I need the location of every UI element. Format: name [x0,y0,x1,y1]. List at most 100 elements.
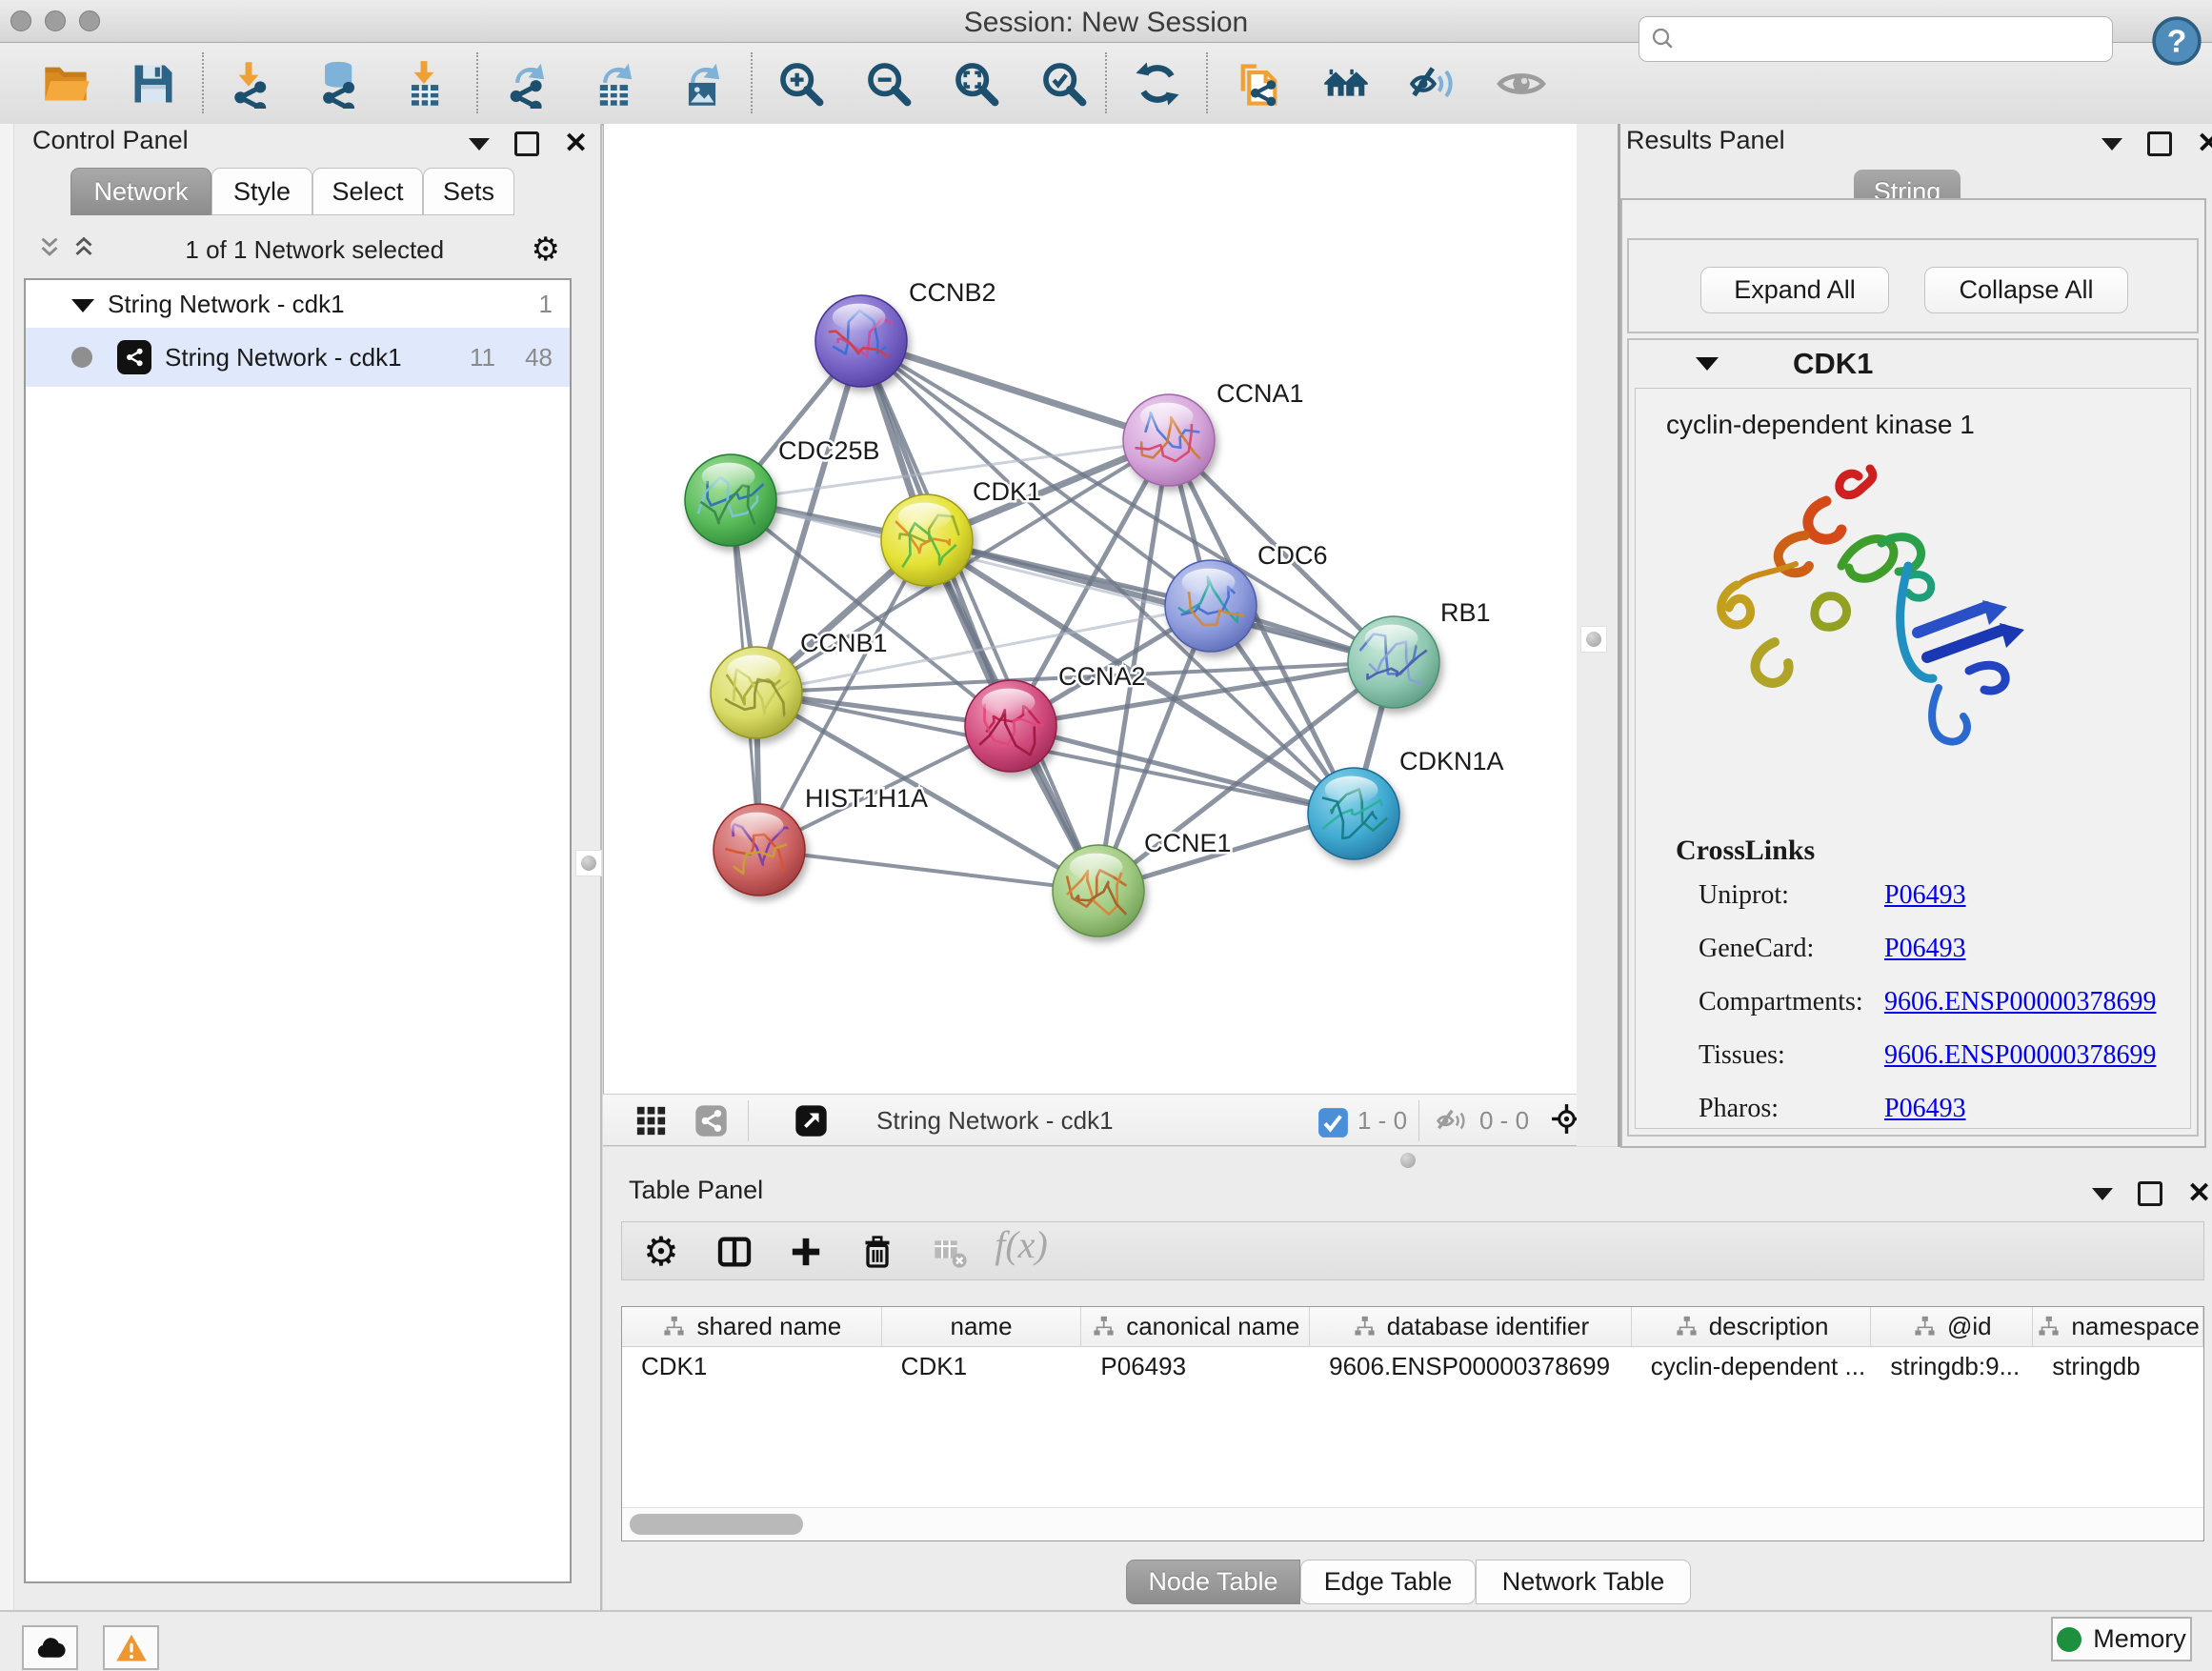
panel-float-icon[interactable] [514,131,539,156]
table-cell[interactable]: stringdb:9... [1871,1347,2033,1385]
show-columns-icon[interactable] [714,1232,754,1272]
network-row-selected[interactable]: String Network - cdk1 11 48 [26,328,570,387]
table-cell[interactable]: CDK1 [882,1347,1082,1385]
refresh-button[interactable] [1130,56,1185,111]
network-label: String Network - cdk1 [165,343,402,372]
panel-menu-icon[interactable] [2092,1188,2113,1200]
hide-selected-button[interactable] [1406,56,1461,111]
expand-all-button[interactable]: Expand All [1700,267,1889,313]
column-header-namespace[interactable]: namespace [2033,1307,2203,1346]
tab-style[interactable]: Style [211,168,312,215]
crosslink-link[interactable]: 9606.ENSP00000378699 [1884,1040,2156,1071]
expand-all-icon[interactable] [70,233,98,267]
node-RB1[interactable] [1348,616,1439,708]
node-table[interactable]: shared namenamecanonical namedatabase id… [621,1306,2204,1541]
zoom-fit-button[interactable] [949,56,1004,111]
crosslink-link[interactable]: 9606.ENSP00000378699 [1884,987,2156,1017]
string-badge-icon[interactable] [694,1103,729,1138]
collapse-section-icon[interactable] [1696,357,1719,371]
node-CDC6[interactable] [1165,560,1257,652]
node-CDC25B[interactable] [685,454,776,546]
help-button[interactable]: ? [2151,15,2202,67]
node-CDKN1A[interactable] [1308,768,1399,859]
birdseye-view-icon[interactable] [633,1103,669,1138]
tab-network[interactable]: Network [70,168,211,215]
table-settings-gear-icon[interactable]: ⚙ [641,1232,681,1272]
column-header-canonical-name[interactable]: canonical name [1081,1307,1310,1346]
crosslink-link[interactable]: P06493 [1884,1094,1966,1124]
export-network-button[interactable] [499,56,554,111]
network-view[interactable]: CCNB2CCNA1CDC25BCDK1CDC6RB1CCNB1CCNA2CDK… [603,124,1577,1094]
import-network-database-button[interactable] [309,56,364,111]
tab-edge-table[interactable]: Edge Table [1300,1560,1476,1604]
edge-CCNB2-CCNA1[interactable] [861,341,1169,440]
import-table-button[interactable] [396,56,452,111]
zoom-selected-button[interactable] [1036,56,1092,111]
import-network-button[interactable] [221,56,276,111]
node-CCNA2[interactable] [965,680,1056,772]
panel-close-icon[interactable]: ✕ [564,134,588,153]
panel-close-icon[interactable]: ✕ [2187,1184,2211,1203]
panel-float-icon[interactable] [2138,1181,2162,1206]
crosslink-link[interactable]: P06493 [1884,934,1966,964]
hidden-eye-icon[interactable] [1434,1103,1469,1138]
scrollbar-thumb[interactable] [630,1514,803,1535]
splitter-handle[interactable] [575,850,602,876]
panel-close-icon[interactable]: ✕ [2197,134,2212,153]
network-collection-row[interactable]: String Network - cdk1 1 [26,280,570,328]
column-header-database-identifier[interactable]: database identifier [1310,1307,1632,1346]
search-input[interactable] [1639,16,2113,62]
table-cell[interactable]: cyclin-dependent ... [1632,1347,1872,1385]
delete-column-trash-icon[interactable] [857,1232,897,1272]
export-table-button[interactable] [587,56,642,111]
collapse-all-button[interactable]: Collapse All [1924,267,2128,313]
memory-button[interactable]: Memory [2051,1617,2192,1661]
collapse-all-icon[interactable] [35,233,64,267]
column-header-name[interactable]: name [882,1307,1082,1346]
export-image-button[interactable] [674,56,730,111]
tab-select[interactable]: Select [312,168,423,215]
node-HIST1H1A[interactable] [714,804,805,896]
splitter-handle[interactable] [1396,1148,1420,1173]
panel-menu-icon[interactable] [469,138,490,151]
zoom-out-button[interactable] [861,56,916,111]
add-column-icon[interactable] [786,1232,826,1272]
column-header--id[interactable]: @id [1871,1307,2033,1346]
save-session-button[interactable] [126,56,181,111]
column-header-shared-name[interactable]: shared name [622,1307,882,1346]
clone-network-button[interactable] [1231,56,1286,111]
column-header-description[interactable]: description [1632,1307,1872,1346]
network-graph[interactable]: CCNB2CCNA1CDC25BCDK1CDC6RB1CCNB1CCNA2CDK… [604,124,1576,1092]
node-CCNB2[interactable] [815,295,907,387]
table-cell[interactable]: CDK1 [622,1347,882,1385]
edge-HIST1H1A-CCNE1[interactable] [759,850,1098,891]
selected-checkbox-icon[interactable] [1316,1105,1346,1136]
node-CCNE1[interactable] [1053,845,1144,936]
show-hidden-button[interactable] [1494,56,1549,111]
warnings-button[interactable] [103,1625,159,1670]
tab-sets[interactable]: Sets [423,168,514,215]
splitter-handle[interactable] [1580,626,1607,653]
node-CDK1[interactable] [881,494,973,586]
collection-expand-icon[interactable] [71,290,94,319]
crosslink-link[interactable]: P06493 [1884,880,1966,911]
tab-node-table[interactable]: Node Table [1126,1560,1300,1604]
gear-icon[interactable]: ⚙ [532,233,560,266]
export-view-icon[interactable] [794,1103,829,1138]
open-session-button[interactable] [38,56,93,111]
node-CCNA1[interactable] [1123,394,1215,486]
tab-network-table[interactable]: Network Table [1476,1560,1691,1604]
table-row[interactable]: CDK1CDK1P064939606.ENSP00000378699cyclin… [622,1347,2203,1385]
table-cell[interactable]: P06493 [1081,1347,1310,1385]
zoom-in-button[interactable] [774,56,829,111]
show-all-houses-button[interactable] [1318,56,1374,111]
cloud-status-button[interactable] [22,1625,78,1670]
panel-float-icon[interactable] [2147,131,2172,156]
node-CCNB1[interactable] [711,647,802,738]
panel-menu-icon[interactable] [2101,138,2122,151]
gene-section-header[interactable]: CDK1 [1629,340,2197,388]
table-cell[interactable]: stringdb [2033,1347,2203,1385]
crosslink-label: Tissues: [1676,1040,1884,1071]
table-cell[interactable]: 9606.ENSP00000378699 [1310,1347,1632,1385]
table-horizontal-scrollbar[interactable] [622,1507,2203,1540]
